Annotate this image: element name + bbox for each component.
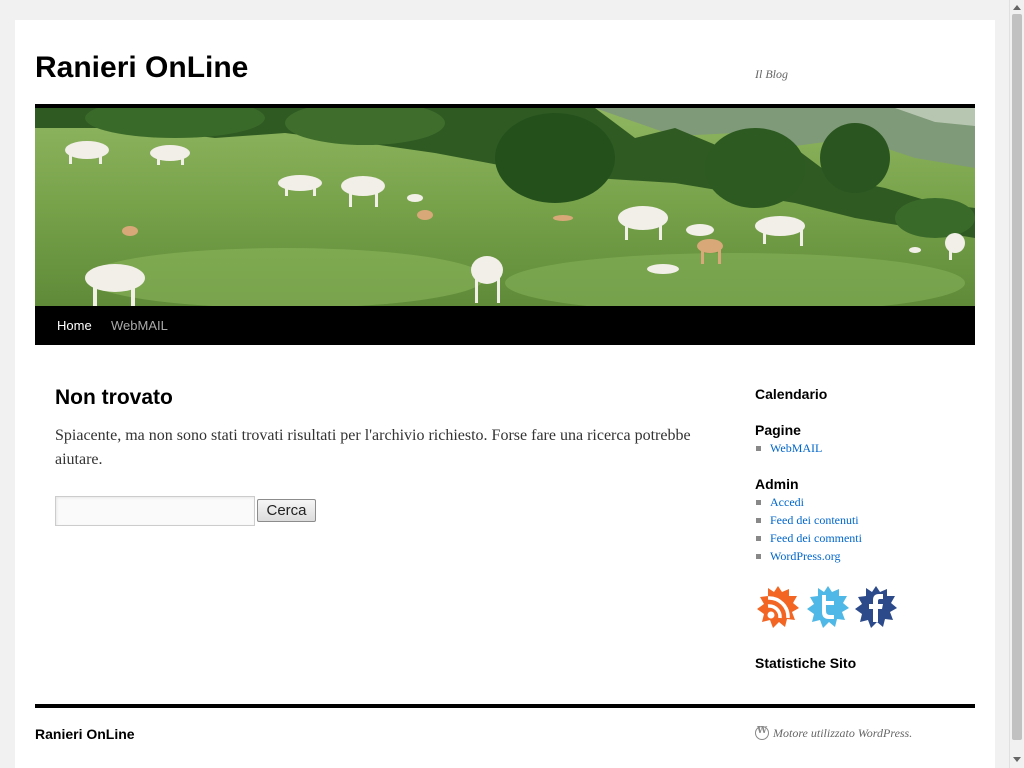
footer-credit: Motore utilizzato WordPress. bbox=[755, 726, 912, 741]
header-banner-image bbox=[35, 108, 975, 306]
list-item: WebMAIL bbox=[755, 439, 822, 457]
menu-item-home[interactable]: Home bbox=[57, 306, 92, 345]
page-title: Non trovato bbox=[55, 386, 173, 409]
footer-divider bbox=[35, 704, 975, 708]
facebook-icon[interactable] bbox=[853, 584, 899, 630]
main-navigation: Home WebMAIL bbox=[35, 306, 975, 345]
admin-widget-title: Admin bbox=[755, 476, 799, 492]
page-wrapper: Ranieri OnLine Il Blog Home WebMAIL Non … bbox=[15, 20, 995, 768]
admin-list: Accedi Feed dei contenuti Feed dei comme… bbox=[755, 493, 862, 565]
content-feed-link[interactable]: Feed dei contenuti bbox=[770, 513, 859, 527]
site-description: Il Blog bbox=[755, 67, 788, 81]
scroll-down-arrow-icon[interactable] bbox=[1013, 757, 1021, 762]
pages-widget-title: Pagine bbox=[755, 422, 801, 438]
list-item: Accedi bbox=[755, 493, 862, 511]
site-title[interactable]: Ranieri OnLine bbox=[35, 51, 248, 85]
menu-item-webmail[interactable]: WebMAIL bbox=[111, 306, 168, 345]
scroll-up-arrow-icon[interactable] bbox=[1013, 5, 1021, 10]
stats-widget-title: Statistiche Sito bbox=[755, 655, 857, 671]
wordpress-credit-link[interactable]: Motore utilizzato WordPress. bbox=[773, 726, 912, 740]
meadow-cows-banner-icon bbox=[35, 108, 975, 306]
wordpress-org-link[interactable]: WordPress.org bbox=[770, 549, 840, 563]
pages-list: WebMAIL bbox=[755, 439, 822, 457]
scrollbar-thumb[interactable] bbox=[1012, 14, 1022, 740]
social-links bbox=[755, 584, 905, 630]
list-item: Feed dei commenti bbox=[755, 529, 862, 547]
page-link-webmail[interactable]: WebMAIL bbox=[770, 441, 822, 455]
wordpress-icon bbox=[755, 726, 769, 740]
vertical-scrollbar[interactable] bbox=[1009, 0, 1024, 768]
list-item: WordPress.org bbox=[755, 547, 862, 565]
rss-icon[interactable] bbox=[755, 584, 801, 630]
twitter-icon[interactable] bbox=[805, 584, 851, 630]
search-input[interactable] bbox=[55, 496, 255, 526]
not-found-message: Spiacente, ma non sono stati trovati ris… bbox=[55, 427, 691, 468]
comments-feed-link[interactable]: Feed dei commenti bbox=[770, 531, 862, 545]
login-link[interactable]: Accedi bbox=[770, 495, 804, 509]
footer-site-title[interactable]: Ranieri OnLine bbox=[35, 726, 135, 742]
search-button[interactable]: Cerca bbox=[257, 499, 316, 522]
calendar-widget-title: Calendario bbox=[755, 386, 828, 402]
list-item: Feed dei contenuti bbox=[755, 511, 862, 529]
